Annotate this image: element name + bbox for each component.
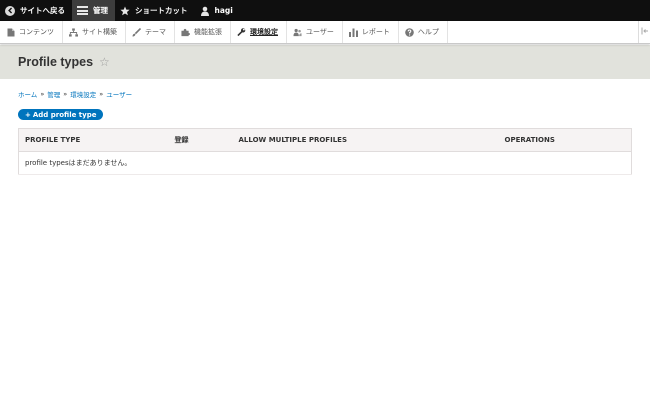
file-icon (6, 28, 15, 37)
breadcrumb: ホーム » 管理 » 環境設定 » ユーザー (18, 89, 632, 99)
breadcrumb-separator: » (63, 90, 68, 98)
column-header-operations: OPERATIONS (498, 128, 632, 152)
puzzle-icon (181, 28, 190, 37)
page-header: Profile types ☆ (0, 45, 650, 79)
profile-types-table: PROFILE TYPE 登録 ALLOW MULTIPLE PROFILES … (18, 128, 632, 175)
admin-tray: コンテンツ サイト構築 テーマ 機能拡張 環境設定 ユーザー レポート ヘルプ (0, 21, 650, 44)
shortcuts-label: ショートカット (135, 6, 188, 15)
orientation-icon (641, 27, 649, 37)
shortcuts-tab[interactable]: ショートカット (115, 0, 195, 21)
breadcrumb-admin[interactable]: 管理 (47, 89, 60, 99)
tray-orientation-toggle[interactable] (638, 21, 650, 43)
tray-item-configuration[interactable]: 環境設定 (231, 21, 287, 43)
tray-item-label: 環境設定 (250, 28, 278, 36)
tray-item-help[interactable]: ヘルプ (399, 21, 448, 43)
page-title: Profile types (18, 55, 94, 69)
table-row: profile typesはまだありません。 (18, 151, 632, 175)
tray-item-label: ヘルプ (417, 28, 439, 36)
breadcrumb-config[interactable]: 環境設定 (70, 89, 96, 99)
manage-menu-tab[interactable]: 管理 (72, 0, 115, 21)
wrench-icon (237, 28, 246, 37)
main-content: ホーム » 管理 » 環境設定 » ユーザー + Add profile typ… (0, 79, 650, 175)
breadcrumb-separator: » (40, 90, 45, 98)
star-icon (120, 6, 130, 16)
tray-item-label: コンテンツ (19, 28, 54, 36)
menu-icon (77, 6, 88, 15)
tray-item-reports[interactable]: レポート (343, 21, 399, 43)
tray-item-label: サイト構築 (82, 28, 117, 36)
breadcrumb-separator: » (99, 90, 104, 98)
tray-item-label: レポート (361, 28, 390, 36)
shortcut-star-icon[interactable]: ☆ (99, 56, 110, 68)
manage-label: 管理 (93, 6, 108, 15)
add-profile-type-label: Add profile type (32, 110, 97, 119)
people-icon (293, 28, 302, 37)
column-header-profile-type: PROFILE TYPE (18, 128, 169, 152)
admin-toolbar: サイトへ戻る 管理 ショートカット hagi (0, 0, 650, 21)
tray-item-label: ユーザー (306, 28, 334, 36)
tray-item-label: テーマ (145, 28, 166, 36)
breadcrumb-people[interactable]: ユーザー (106, 89, 132, 99)
tray-item-structure[interactable]: サイト構築 (63, 21, 126, 43)
table-header-row: PROFILE TYPE 登録 ALLOW MULTIPLE PROFILES … (18, 128, 632, 152)
column-header-allow-multiple: ALLOW MULTIPLE PROFILES (232, 128, 499, 152)
breadcrumb-home[interactable]: ホーム (18, 89, 37, 99)
help-icon (405, 27, 414, 37)
bar-chart-icon (348, 28, 358, 37)
add-plus-icon: + (25, 110, 31, 119)
tray-item-appearance[interactable]: テーマ (126, 21, 175, 43)
brush-icon (132, 27, 141, 37)
user-account-tab[interactable]: hagi (195, 0, 240, 21)
back-to-site-label: サイトへ戻る (20, 6, 65, 15)
add-profile-type-button[interactable]: + Add profile type (18, 109, 104, 120)
user-icon (200, 6, 210, 16)
sitemap-icon (69, 27, 78, 37)
user-name: hagi (214, 6, 233, 15)
empty-table-message: profile typesはまだありません。 (18, 151, 632, 175)
tray-item-content[interactable]: コンテンツ (0, 21, 63, 43)
tray-item-people[interactable]: ユーザー (287, 21, 343, 43)
back-arrow-icon (5, 5, 15, 16)
tray-item-extend[interactable]: 機能拡張 (175, 21, 231, 43)
column-header-registration: 登録 (168, 128, 233, 152)
tray-item-label: 機能拡張 (194, 28, 222, 36)
back-to-site-link[interactable]: サイトへ戻る (0, 0, 72, 21)
